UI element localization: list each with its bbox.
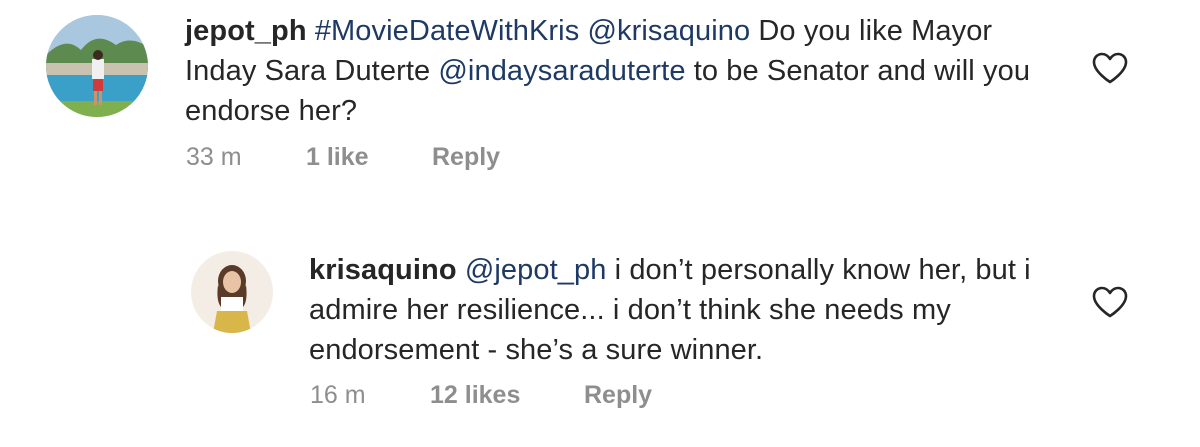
comment-mention-2[interactable]: @indaysaraduterte — [438, 55, 685, 87]
comment-username[interactable]: jepot_ph — [185, 15, 307, 47]
comment-meta: 16 m 12 likes Reply — [310, 381, 652, 410]
comment-meta: 33 m 1 like Reply — [186, 143, 500, 172]
comment-likes[interactable]: 12 likes — [430, 381, 584, 410]
comment-likes[interactable]: 1 like — [306, 143, 432, 172]
comment-body: jepot_ph #MovieDateWithKris @krisaquino … — [185, 11, 1065, 131]
comment-body: krisaquino @jepot_ph i don’t personally … — [309, 250, 1069, 370]
comment-krisaquino: krisaquino @jepot_ph i don’t personally … — [0, 230, 1200, 447]
heart-outline-icon[interactable] — [1091, 51, 1129, 85]
reply-button[interactable]: Reply — [584, 381, 652, 410]
avatar-jepot[interactable] — [46, 15, 148, 117]
comment-mention[interactable]: @krisaquino — [587, 15, 750, 47]
comment-username[interactable]: krisaquino — [309, 254, 457, 286]
avatar-krisaquino[interactable] — [191, 251, 273, 333]
comment-jepot: jepot_ph #MovieDateWithKris @krisaquino … — [0, 0, 1200, 200]
heart-outline-icon[interactable] — [1091, 285, 1129, 319]
reply-button[interactable]: Reply — [432, 143, 500, 172]
comment-time: 16 m — [310, 381, 366, 409]
comment-hashtag[interactable]: #MovieDateWithKris — [315, 15, 580, 47]
comment-time: 33 m — [186, 143, 242, 171]
comment-mention[interactable]: @jepot_ph — [465, 254, 607, 286]
